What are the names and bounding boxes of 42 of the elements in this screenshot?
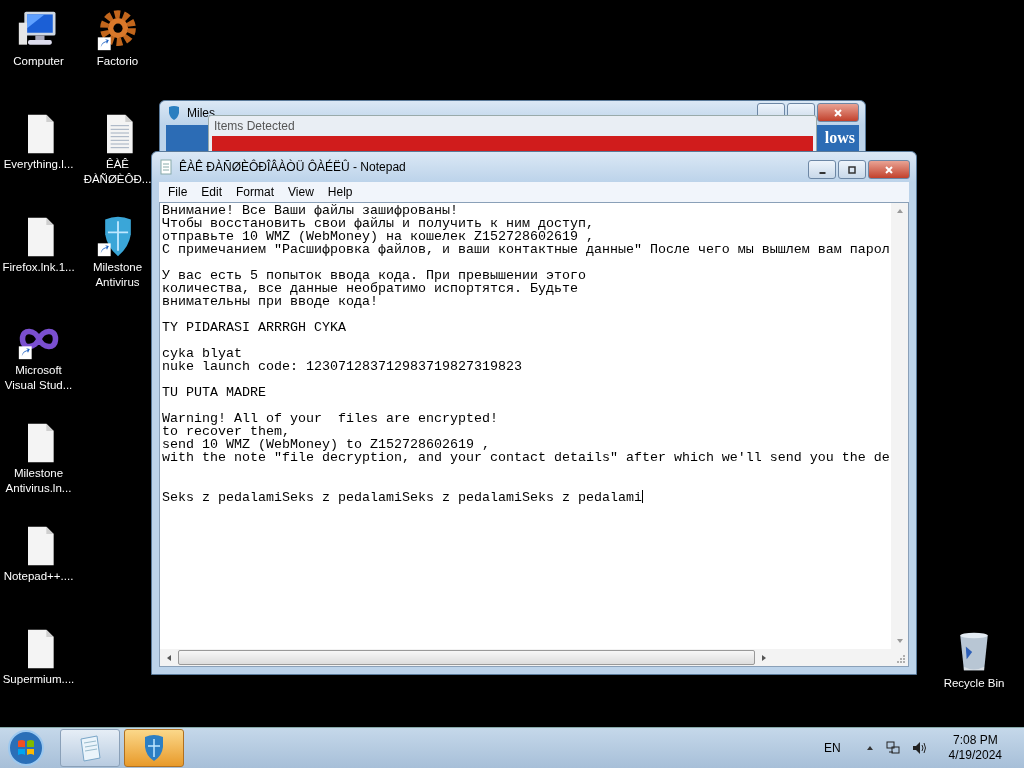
close-icon	[884, 164, 894, 175]
icon-label: Factorio	[95, 54, 140, 69]
maximize-button[interactable]	[838, 160, 866, 179]
menu-item[interactable]: File	[161, 185, 195, 199]
clock[interactable]: 7:08 PM 4/19/2024	[948, 733, 1002, 763]
scroll-thumb[interactable]	[178, 650, 755, 665]
text-caret	[641, 490, 643, 503]
icon-label: Recycle Bin	[942, 676, 1006, 691]
menu-item[interactable]: Edit	[194, 185, 230, 199]
close-button[interactable]	[817, 103, 859, 122]
resize-grip-icon[interactable]	[896, 654, 906, 664]
icon-label: Milestone Antivirus	[91, 260, 144, 290]
icon-label: Supermium....	[1, 672, 76, 687]
shield-icon	[166, 105, 182, 121]
menu-item[interactable]: Format	[229, 185, 282, 199]
icon-label: Firefox.lnk.1...	[1, 260, 76, 275]
icon-label: Notepad++....	[2, 569, 75, 584]
window-title: ÊÀÊ ÐÀÑØÈÔÐÎÂÀÒÜ ÔÀÉËÛ - Notepad	[179, 160, 406, 174]
banner-text: lows	[824, 129, 855, 147]
horizontal-scrollbar[interactable]	[160, 649, 891, 666]
maximize-icon	[847, 164, 857, 175]
language-indicator[interactable]: EN	[823, 741, 841, 755]
network-icon[interactable]	[884, 740, 901, 756]
clock-date: 4/19/2024	[948, 748, 1002, 763]
close-icon	[833, 107, 843, 118]
window-title: Items Detected	[214, 119, 295, 133]
start-button[interactable]	[6, 728, 46, 768]
vertical-scrollbar[interactable]	[891, 203, 908, 649]
clock-time: 7:08 PM	[952, 733, 998, 748]
menu-item[interactable]: Help	[320, 185, 360, 199]
close-button[interactable]	[868, 160, 910, 179]
icon-label: Milestone Antivirus.ln...	[4, 466, 73, 496]
minimize-icon	[818, 171, 826, 174]
icon-label: Computer	[12, 54, 65, 69]
icon-label: Everything.l...	[2, 157, 75, 172]
volume-icon[interactable]	[910, 740, 927, 756]
taskbar-button[interactable]	[124, 729, 184, 767]
icon-label: ÊÀÊ ÐÀÑØÈÔÐ...	[82, 157, 153, 187]
notepad-icon	[158, 159, 174, 175]
icon-label: Microsoft Visual Stud...	[3, 363, 74, 393]
menu-item[interactable]: View	[281, 185, 321, 199]
minimize-button[interactable]	[808, 160, 836, 179]
